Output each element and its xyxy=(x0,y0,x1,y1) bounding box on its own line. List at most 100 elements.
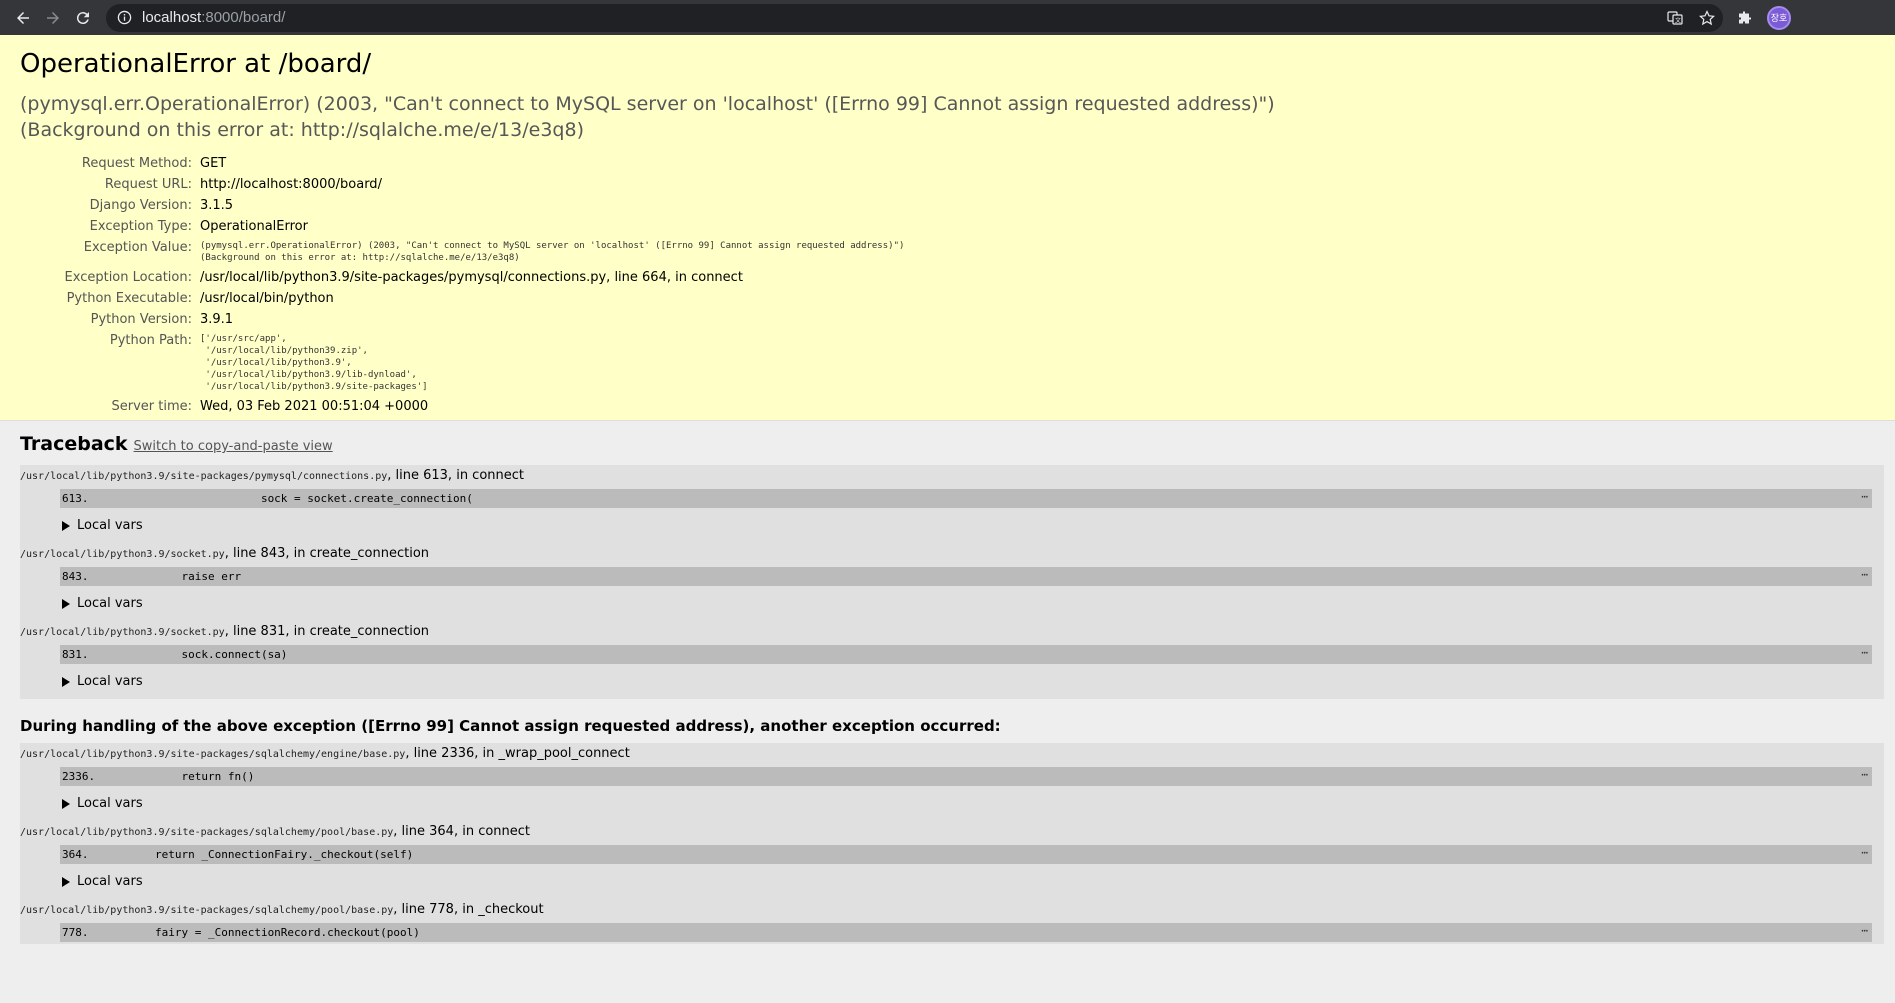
local-vars-label: Local vars xyxy=(77,796,143,811)
meta-label: Request URL: xyxy=(104,177,192,192)
browser-toolbar: localhost:8000/board/ 文 장호 xyxy=(0,0,1895,35)
frame-header: /usr/local/lib/python3.9/site-packages/s… xyxy=(20,899,1884,923)
local-vars-label: Local vars xyxy=(77,596,143,611)
line-number: 2336. xyxy=(62,770,96,783)
python-version: 3.9.1 xyxy=(200,312,234,327)
code-text: sock.connect(sa) xyxy=(102,648,288,661)
exception-value-2: (Background on this error at: http://sql… xyxy=(200,253,520,263)
context-line[interactable]: 2336. return fn() ⋯ xyxy=(60,767,1872,786)
translate-icon[interactable]: 文 xyxy=(1659,4,1691,32)
frame-location: , line 778, in _checkout xyxy=(393,902,544,917)
traceback-title: Traceback xyxy=(20,433,128,455)
exception-value-line-2: (Background on this error at: http://sql… xyxy=(20,119,584,141)
url-text: localhost:8000/board/ xyxy=(142,9,285,26)
local-vars-toggle[interactable]: Local vars xyxy=(62,664,1884,697)
context-line[interactable]: 364. return _ConnectionFairy._checkout(s… xyxy=(60,845,1872,864)
exception-value-heading: (pymysql.err.OperationalError) (2003, "C… xyxy=(20,91,1875,143)
context-line[interactable]: 831. sock.connect(sa) ⋯ xyxy=(60,645,1872,664)
switch-view-link[interactable]: Switch to copy-and-paste view xyxy=(134,439,333,454)
request-method: GET xyxy=(200,156,227,171)
frame-location: , line 613, in connect xyxy=(387,468,525,483)
frame: /usr/local/lib/python3.9/site-packages/s… xyxy=(20,821,1884,899)
meta-label: Exception Value: xyxy=(83,240,192,255)
expand-dots-icon[interactable]: ⋯ xyxy=(1861,490,1868,503)
frame: /usr/local/lib/python3.9/site-packages/s… xyxy=(20,899,1884,944)
code-text: return _ConnectionFairy._checkout(self) xyxy=(102,848,414,861)
python-path: ['/usr/src/app', '/usr/local/lib/python3… xyxy=(200,330,904,396)
line-number: 778. xyxy=(62,926,89,939)
exception-value-line-1: (pymysql.err.OperationalError) (2003, "C… xyxy=(20,93,1275,115)
meta-label: Python Executable: xyxy=(66,291,192,306)
expand-dots-icon[interactable]: ⋯ xyxy=(1861,924,1868,937)
local-vars-toggle[interactable]: Local vars xyxy=(62,586,1884,619)
frame-header: /usr/local/lib/python3.9/site-packages/s… xyxy=(20,821,1884,845)
frames-group-1: /usr/local/lib/python3.9/site-packages/p… xyxy=(20,465,1884,699)
meta-row: Exception Location: /usr/local/lib/python… xyxy=(20,267,904,288)
context-line[interactable]: 843. raise err ⋯ xyxy=(60,567,1872,586)
forward-icon[interactable] xyxy=(38,3,68,33)
error-summary: OperationalError at /board/ (pymysql.err… xyxy=(0,35,1895,421)
meta-row: Django Version: 3.1.5 xyxy=(20,195,904,216)
local-vars-toggle[interactable]: Local vars xyxy=(62,508,1884,541)
frame-filename: /usr/local/lib/python3.9/site-packages/s… xyxy=(20,749,406,760)
meta-label: Exception Location: xyxy=(64,270,192,285)
frame-header: /usr/local/lib/python3.9/site-packages/s… xyxy=(20,743,1884,767)
expand-dots-icon[interactable]: ⋯ xyxy=(1861,846,1868,859)
extensions-icon[interactable] xyxy=(1729,3,1761,33)
address-bar[interactable]: localhost:8000/board/ 文 xyxy=(106,3,1723,32)
triangle-right-icon xyxy=(62,798,70,809)
frames-group-2: /usr/local/lib/python3.9/site-packages/s… xyxy=(20,743,1884,944)
local-vars-label: Local vars xyxy=(77,674,143,689)
meta-label: Request Method: xyxy=(81,156,192,171)
back-icon[interactable] xyxy=(8,3,38,33)
triangle-right-icon xyxy=(62,676,70,687)
code-text: fairy = _ConnectionRecord.checkout(pool) xyxy=(102,926,420,939)
line-number: 613. xyxy=(62,492,89,505)
python-path-entry: '/usr/local/lib/python39.zip', xyxy=(200,346,368,356)
profile-avatar[interactable]: 장호 xyxy=(1767,5,1791,30)
frame-header: /usr/local/lib/python3.9/socket.py, line… xyxy=(20,543,1884,567)
reload-icon[interactable] xyxy=(68,3,98,33)
django-version: 3.1.5 xyxy=(200,198,234,213)
code-text: raise err xyxy=(102,570,242,583)
exception-value: (pymysql.err.OperationalError) (2003, "C… xyxy=(200,237,904,267)
frame-filename: /usr/local/lib/python3.9/socket.py xyxy=(20,627,225,638)
frame-location: , line 2336, in _wrap_pool_connect xyxy=(405,746,630,761)
python-path-entry: '/usr/local/lib/python3.9/lib-dynload', xyxy=(200,370,417,380)
exception-type: OperationalError xyxy=(200,219,308,234)
python-path-entry: '/usr/local/lib/python3.9/site-packages'… xyxy=(200,382,428,392)
expand-dots-icon[interactable]: ⋯ xyxy=(1861,568,1868,581)
triangle-right-icon xyxy=(62,520,70,531)
code-text: sock = socket.create_connection( xyxy=(102,492,473,505)
local-vars-toggle[interactable]: Local vars xyxy=(62,786,1884,819)
frame-location: , line 364, in connect xyxy=(393,824,531,839)
meta-label: Django Version: xyxy=(89,198,192,213)
context-line[interactable]: 613. sock = socket.create_connection( ⋯ xyxy=(60,489,1872,508)
frame: /usr/local/lib/python3.9/socket.py, line… xyxy=(20,621,1884,699)
meta-row: Exception Value: (pymysql.err.Operationa… xyxy=(20,237,905,267)
local-vars-label: Local vars xyxy=(77,518,143,533)
context-line[interactable]: 778. fairy = _ConnectionRecord.checkout(… xyxy=(60,923,1872,942)
meta-row: Request Method: GET xyxy=(20,153,904,174)
line-number: 843. xyxy=(62,570,89,583)
triangle-right-icon xyxy=(62,598,70,609)
frame-filename: /usr/local/lib/python3.9/site-packages/p… xyxy=(20,471,388,482)
frame: /usr/local/lib/python3.9/site-packages/s… xyxy=(20,743,1884,821)
bookmark-star-icon[interactable] xyxy=(1691,4,1723,32)
local-vars-toggle[interactable]: Local vars xyxy=(62,864,1884,897)
python-path-entry: '/usr/local/lib/python3.9', xyxy=(200,358,352,368)
site-info-icon[interactable] xyxy=(116,10,132,26)
meta-row: Server time: Wed, 03 Feb 2021 00:51:04 +0… xyxy=(20,396,904,417)
frame-location: , line 831, in create_connection xyxy=(224,624,430,639)
code-text: return fn() xyxy=(102,770,255,783)
frame-filename: /usr/local/lib/python3.9/site-packages/s… xyxy=(20,827,394,838)
frame-header: /usr/local/lib/python3.9/site-packages/p… xyxy=(20,465,1884,489)
frame: /usr/local/lib/python3.9/site-packages/p… xyxy=(20,465,1884,543)
expand-dots-icon[interactable]: ⋯ xyxy=(1861,768,1868,781)
frame: /usr/local/lib/python3.9/socket.py, line… xyxy=(20,543,1884,621)
python-path-entry: ['/usr/src/app', xyxy=(200,334,287,344)
expand-dots-icon[interactable]: ⋯ xyxy=(1861,646,1868,659)
server-time: Wed, 03 Feb 2021 00:51:04 +0000 xyxy=(200,399,429,414)
page-title: OperationalError at /board/ xyxy=(20,49,372,79)
traceback-section: Traceback Switch to copy-and-paste view … xyxy=(0,421,1895,944)
